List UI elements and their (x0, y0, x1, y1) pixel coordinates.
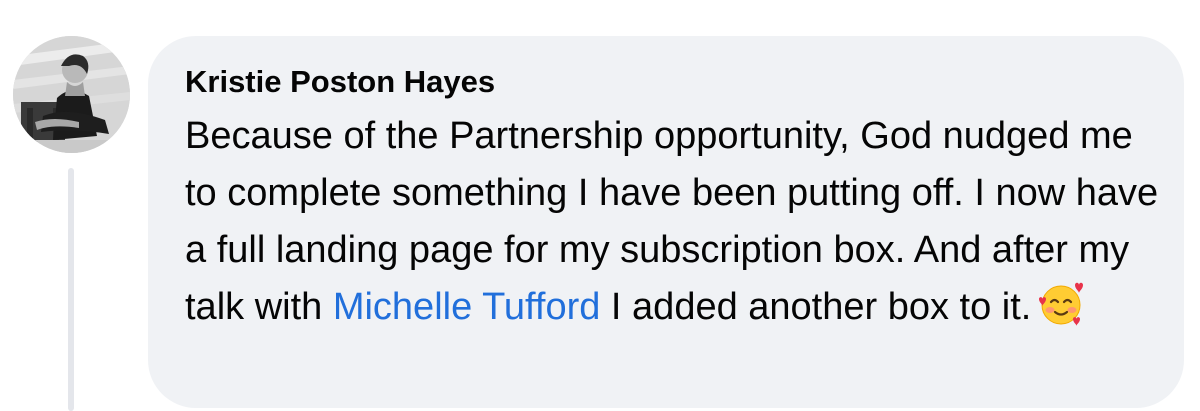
comment-author-name[interactable]: Kristie Poston Hayes (185, 64, 1156, 100)
comment-screen: Kristie Poston Hayes Because of the Part… (0, 0, 1200, 411)
comment-text: Because of the Partnership opportunity, … (185, 108, 1160, 336)
reply-thread-line (68, 168, 74, 411)
mention-link[interactable]: Michelle Tufford (333, 286, 601, 328)
comment-text-after-mention: I added another box to it. (600, 286, 1032, 328)
avatar[interactable] (13, 36, 130, 153)
comment-bubble: Kristie Poston Hayes Because of the Part… (148, 36, 1184, 408)
avatar-photo-icon (13, 36, 130, 153)
smiling-face-with-hearts-icon (1037, 279, 1085, 327)
